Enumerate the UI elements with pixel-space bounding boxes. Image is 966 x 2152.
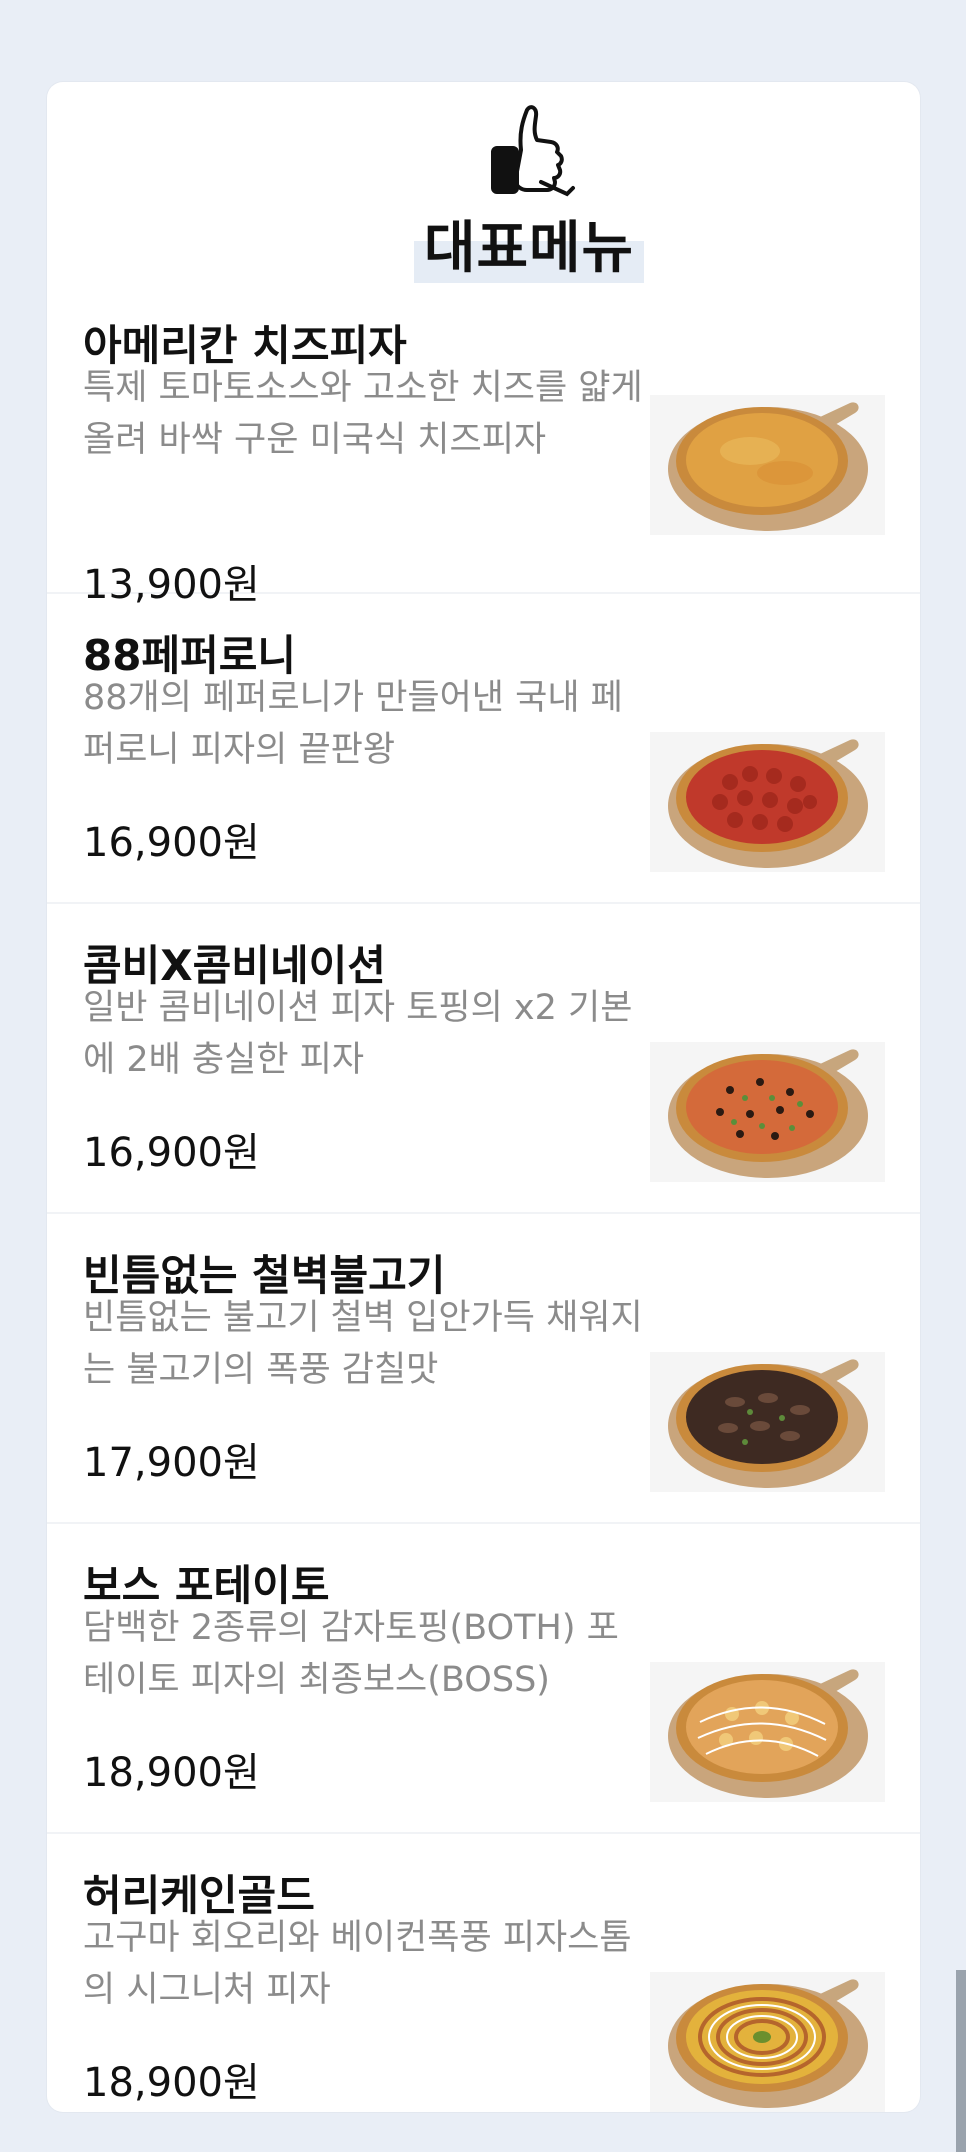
menu-item-combi-combination[interactable]: 콤비X콤비네이션 일반 콤비네이션 피자 토핑의 x2 기본에 2배 충실한 피… [47, 902, 920, 1214]
pizza-image[interactable] [650, 1662, 885, 1802]
pizza-image[interactable] [650, 732, 885, 872]
menu-item-american-cheese[interactable]: 아메리칸 치즈피자 특제 토마토소스와 고소한 치즈를 얇게 올려 바싹 구운 … [47, 282, 920, 608]
pizza-image[interactable] [650, 1972, 885, 2112]
menu-item-price: 16,900원 [83, 1130, 260, 1176]
menu-item-description: 고구마 회오리와 베이컨폭풍 피자스톰의 시그니처 피자 [83, 1918, 632, 2010]
menu-item-price: 17,900원 [83, 1440, 260, 1486]
pizza-image[interactable] [650, 1042, 885, 1182]
menu-item-description: 담백한 2종류의 감자토핑(BOTH) 포테이토 피자의 최종보스(BOSS) [83, 1608, 619, 1700]
menu-item-description: 일반 콤비네이션 피자 토핑의 x2 기본에 2배 충실한 피자 [83, 988, 633, 1080]
menu-item-description: 빈틈없는 불고기 철벽 입안가득 채워지는 불고기의 폭풍 감칠맛 [83, 1298, 643, 1390]
section-title: 대표메뉴 [414, 203, 644, 283]
menu-item-price: 16,900원 [83, 820, 260, 866]
menu-item-description: 88개의 페퍼로니가 만들어낸 국내 페퍼로니 피자의 끝판왕 [83, 678, 623, 770]
menu-item-boss-potato[interactable]: 보스 포테이토 담백한 2종류의 감자토핑(BOTH) 포테이토 피자의 최종보… [47, 1522, 920, 1834]
pizza-image[interactable] [650, 395, 885, 535]
menu-item-88-pepperoni[interactable]: 88페퍼로니 88개의 페퍼로니가 만들어낸 국내 페퍼로니 피자의 끝판왕 1… [47, 592, 920, 904]
pizza-image[interactable] [650, 1352, 885, 1492]
menu-card: 대표메뉴 아메리칸 치즈피자 특제 토마토소스와 고소한 치즈를 얇게 올려 바… [47, 82, 920, 2112]
menu-item-price: 18,900원 [83, 2060, 260, 2106]
menu-item-bulgogi[interactable]: 빈틈없는 철벽불고기 빈틈없는 불고기 철벽 입안가득 채워지는 불고기의 폭풍… [47, 1212, 920, 1524]
menu-item-price: 18,900원 [83, 1750, 260, 1796]
menu-item-description: 특제 토마토소스와 고소한 치즈를 얇게 올려 바싹 구운 미국식 치즈피자 [83, 368, 643, 460]
menu-item-hurricane-gold[interactable]: 허리케인골드 고구마 회오리와 베이컨폭풍 피자스톰의 시그니처 피자 18,9… [47, 1832, 920, 2112]
thumbs-up-icon [481, 102, 581, 202]
scrollbar[interactable] [956, 1970, 966, 2152]
